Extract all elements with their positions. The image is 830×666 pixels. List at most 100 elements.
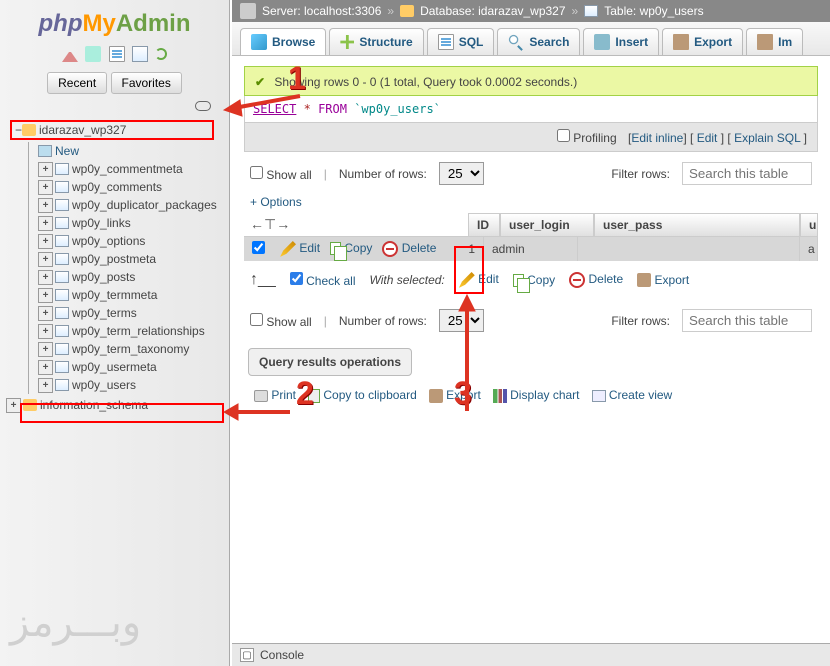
sel-copy[interactable]: Copy bbox=[513, 273, 555, 287]
sidebar-table-item[interactable]: + wp0y_users bbox=[20, 376, 223, 394]
col-u[interactable]: u bbox=[800, 213, 818, 236]
row-copy[interactable]: Copy bbox=[330, 241, 372, 257]
with-selected-label: With selected: bbox=[370, 273, 445, 287]
tab-structure[interactable]: Structure bbox=[329, 28, 423, 55]
options-link[interactable]: + Options bbox=[250, 195, 302, 209]
table-label[interactable]: wp0y_term_relationships bbox=[72, 324, 205, 338]
sidebar-table-item[interactable]: + wp0y_duplicator_packages bbox=[20, 196, 223, 214]
create-view-link[interactable]: Create view bbox=[592, 388, 673, 403]
sidebar-table-item[interactable]: + wp0y_comments bbox=[20, 178, 223, 196]
sidebar-table-item[interactable]: + wp0y_options bbox=[20, 232, 223, 250]
reload-icon[interactable] bbox=[155, 48, 167, 60]
table-toggle[interactable]: + bbox=[38, 360, 53, 375]
table-label[interactable]: wp0y_term_taxonomy bbox=[72, 342, 189, 356]
home-icon[interactable] bbox=[62, 46, 78, 62]
table-label[interactable]: wp0y_terms bbox=[72, 306, 137, 320]
edit-inline-link[interactable]: Edit inline bbox=[631, 131, 683, 145]
table-toggle[interactable]: + bbox=[38, 252, 53, 267]
col-id[interactable]: ID bbox=[468, 213, 500, 236]
db-toggle[interactable]: − bbox=[15, 123, 22, 137]
breadcrumb-database[interactable]: Database: idarazav_wp327 bbox=[420, 4, 565, 18]
sidebar-table-item[interactable]: + wp0y_posts bbox=[20, 268, 223, 286]
console-toggle-icon[interactable]: ▢ bbox=[240, 648, 254, 662]
sql-icon bbox=[438, 34, 454, 50]
col-user-login[interactable]: user_login bbox=[500, 213, 594, 236]
edit-link[interactable]: Edit bbox=[697, 131, 718, 145]
display-chart-link[interactable]: Display chart bbox=[493, 388, 580, 403]
table-toggle[interactable]: + bbox=[38, 306, 53, 321]
explain-sql-link[interactable]: Explain SQL bbox=[734, 131, 800, 145]
logo[interactable]: phpMyAdmin bbox=[0, 0, 229, 44]
table-label[interactable]: wp0y_users bbox=[72, 378, 136, 392]
logout-icon[interactable] bbox=[85, 46, 101, 62]
tab-insert[interactable]: Insert bbox=[583, 28, 659, 55]
collapse-icon[interactable] bbox=[195, 101, 211, 111]
recent-button[interactable]: Recent bbox=[47, 72, 107, 94]
tab-import[interactable]: Im bbox=[746, 28, 803, 55]
db-label[interactable]: idarazav_wp327 bbox=[39, 123, 126, 137]
tab-search[interactable]: Search bbox=[497, 28, 580, 55]
table-toggle[interactable]: + bbox=[38, 180, 53, 195]
check-all[interactable]: Check all bbox=[290, 272, 356, 288]
table-label[interactable]: wp0y_comments bbox=[72, 180, 162, 194]
favorites-button[interactable]: Favorites bbox=[111, 72, 182, 94]
col-user-pass[interactable]: user_pass bbox=[594, 213, 800, 236]
copy-clipboard-link[interactable]: Copy to clipboard bbox=[308, 388, 417, 403]
table-label[interactable]: wp0y_postmeta bbox=[72, 252, 156, 266]
table-label[interactable]: wp0y_options bbox=[72, 234, 145, 248]
sel-delete[interactable]: Delete bbox=[569, 272, 623, 288]
export-icon bbox=[429, 389, 443, 403]
table-icon bbox=[55, 289, 69, 301]
annotation-arrow-1 bbox=[222, 90, 302, 120]
table-label[interactable]: wp0y_links bbox=[72, 216, 131, 230]
table-toggle[interactable]: + bbox=[38, 378, 53, 393]
table-label[interactable]: wp0y_posts bbox=[72, 270, 135, 284]
navi-icon[interactable] bbox=[132, 46, 148, 62]
console-bar[interactable]: ▢ Console bbox=[232, 643, 830, 666]
table-label[interactable]: wp0y_termmeta bbox=[72, 288, 157, 302]
table-label[interactable]: wp0y_usermeta bbox=[72, 360, 157, 374]
profiling-checkbox[interactable]: Profiling bbox=[557, 131, 617, 145]
cell-u[interactable]: a bbox=[800, 237, 818, 261]
show-all-checkbox[interactable]: Show all bbox=[250, 166, 312, 182]
table-toggle[interactable]: + bbox=[38, 324, 53, 339]
show-all-checkbox-2[interactable]: Show all bbox=[250, 313, 312, 329]
query-results-operations[interactable]: Query results operations bbox=[248, 348, 412, 376]
sidebar-table-item[interactable]: + wp0y_links bbox=[20, 214, 223, 232]
cell-user-login[interactable]: admin bbox=[484, 237, 578, 261]
db-toggle-2[interactable]: + bbox=[6, 398, 21, 413]
table-label[interactable]: wp0y_duplicator_packages bbox=[72, 198, 217, 212]
tab-browse[interactable]: Browse bbox=[240, 28, 326, 55]
docs-icon[interactable] bbox=[109, 46, 125, 62]
cell-user-pass[interactable] bbox=[578, 237, 800, 261]
new-link[interactable]: New bbox=[55, 144, 79, 158]
filter-input[interactable] bbox=[682, 162, 812, 185]
filter-input-2[interactable] bbox=[682, 309, 812, 332]
sidebar-table-item[interactable]: + wp0y_term_relationships bbox=[20, 322, 223, 340]
sidebar-table-item[interactable]: + wp0y_terms bbox=[20, 304, 223, 322]
sidebar-table-item[interactable]: + wp0y_postmeta bbox=[20, 250, 223, 268]
table-toggle[interactable]: + bbox=[38, 234, 53, 249]
tab-sql[interactable]: SQL bbox=[427, 28, 495, 55]
breadcrumb-server[interactable]: Server: localhost:3306 bbox=[262, 4, 381, 18]
table-toggle[interactable]: + bbox=[38, 342, 53, 357]
table-label[interactable]: wp0y_commentmeta bbox=[72, 162, 183, 176]
table-toggle[interactable]: + bbox=[38, 198, 53, 213]
sidebar-table-item[interactable]: + wp0y_termmeta bbox=[20, 286, 223, 304]
database-icon bbox=[22, 124, 36, 136]
table-toggle[interactable]: + bbox=[38, 288, 53, 303]
breadcrumb-table[interactable]: Table: wp0y_users bbox=[604, 4, 703, 18]
tab-export[interactable]: Export bbox=[662, 28, 743, 55]
sort-arrows[interactable]: ←⊤→ bbox=[244, 213, 288, 236]
table-toggle[interactable]: + bbox=[38, 162, 53, 177]
numrows-select[interactable]: 25 bbox=[439, 162, 484, 185]
sidebar-table-item[interactable]: + wp0y_commentmeta bbox=[20, 160, 223, 178]
row-delete[interactable]: Delete bbox=[382, 241, 436, 257]
sidebar-table-item[interactable]: + wp0y_term_taxonomy bbox=[20, 340, 223, 358]
row-checkbox[interactable] bbox=[252, 241, 265, 254]
sidebar-table-item[interactable]: + wp0y_usermeta bbox=[20, 358, 223, 376]
table-toggle[interactable]: + bbox=[38, 216, 53, 231]
table-toggle[interactable]: + bbox=[38, 270, 53, 285]
sel-export[interactable]: Export bbox=[637, 273, 689, 288]
row-edit[interactable]: Edit bbox=[280, 241, 320, 257]
